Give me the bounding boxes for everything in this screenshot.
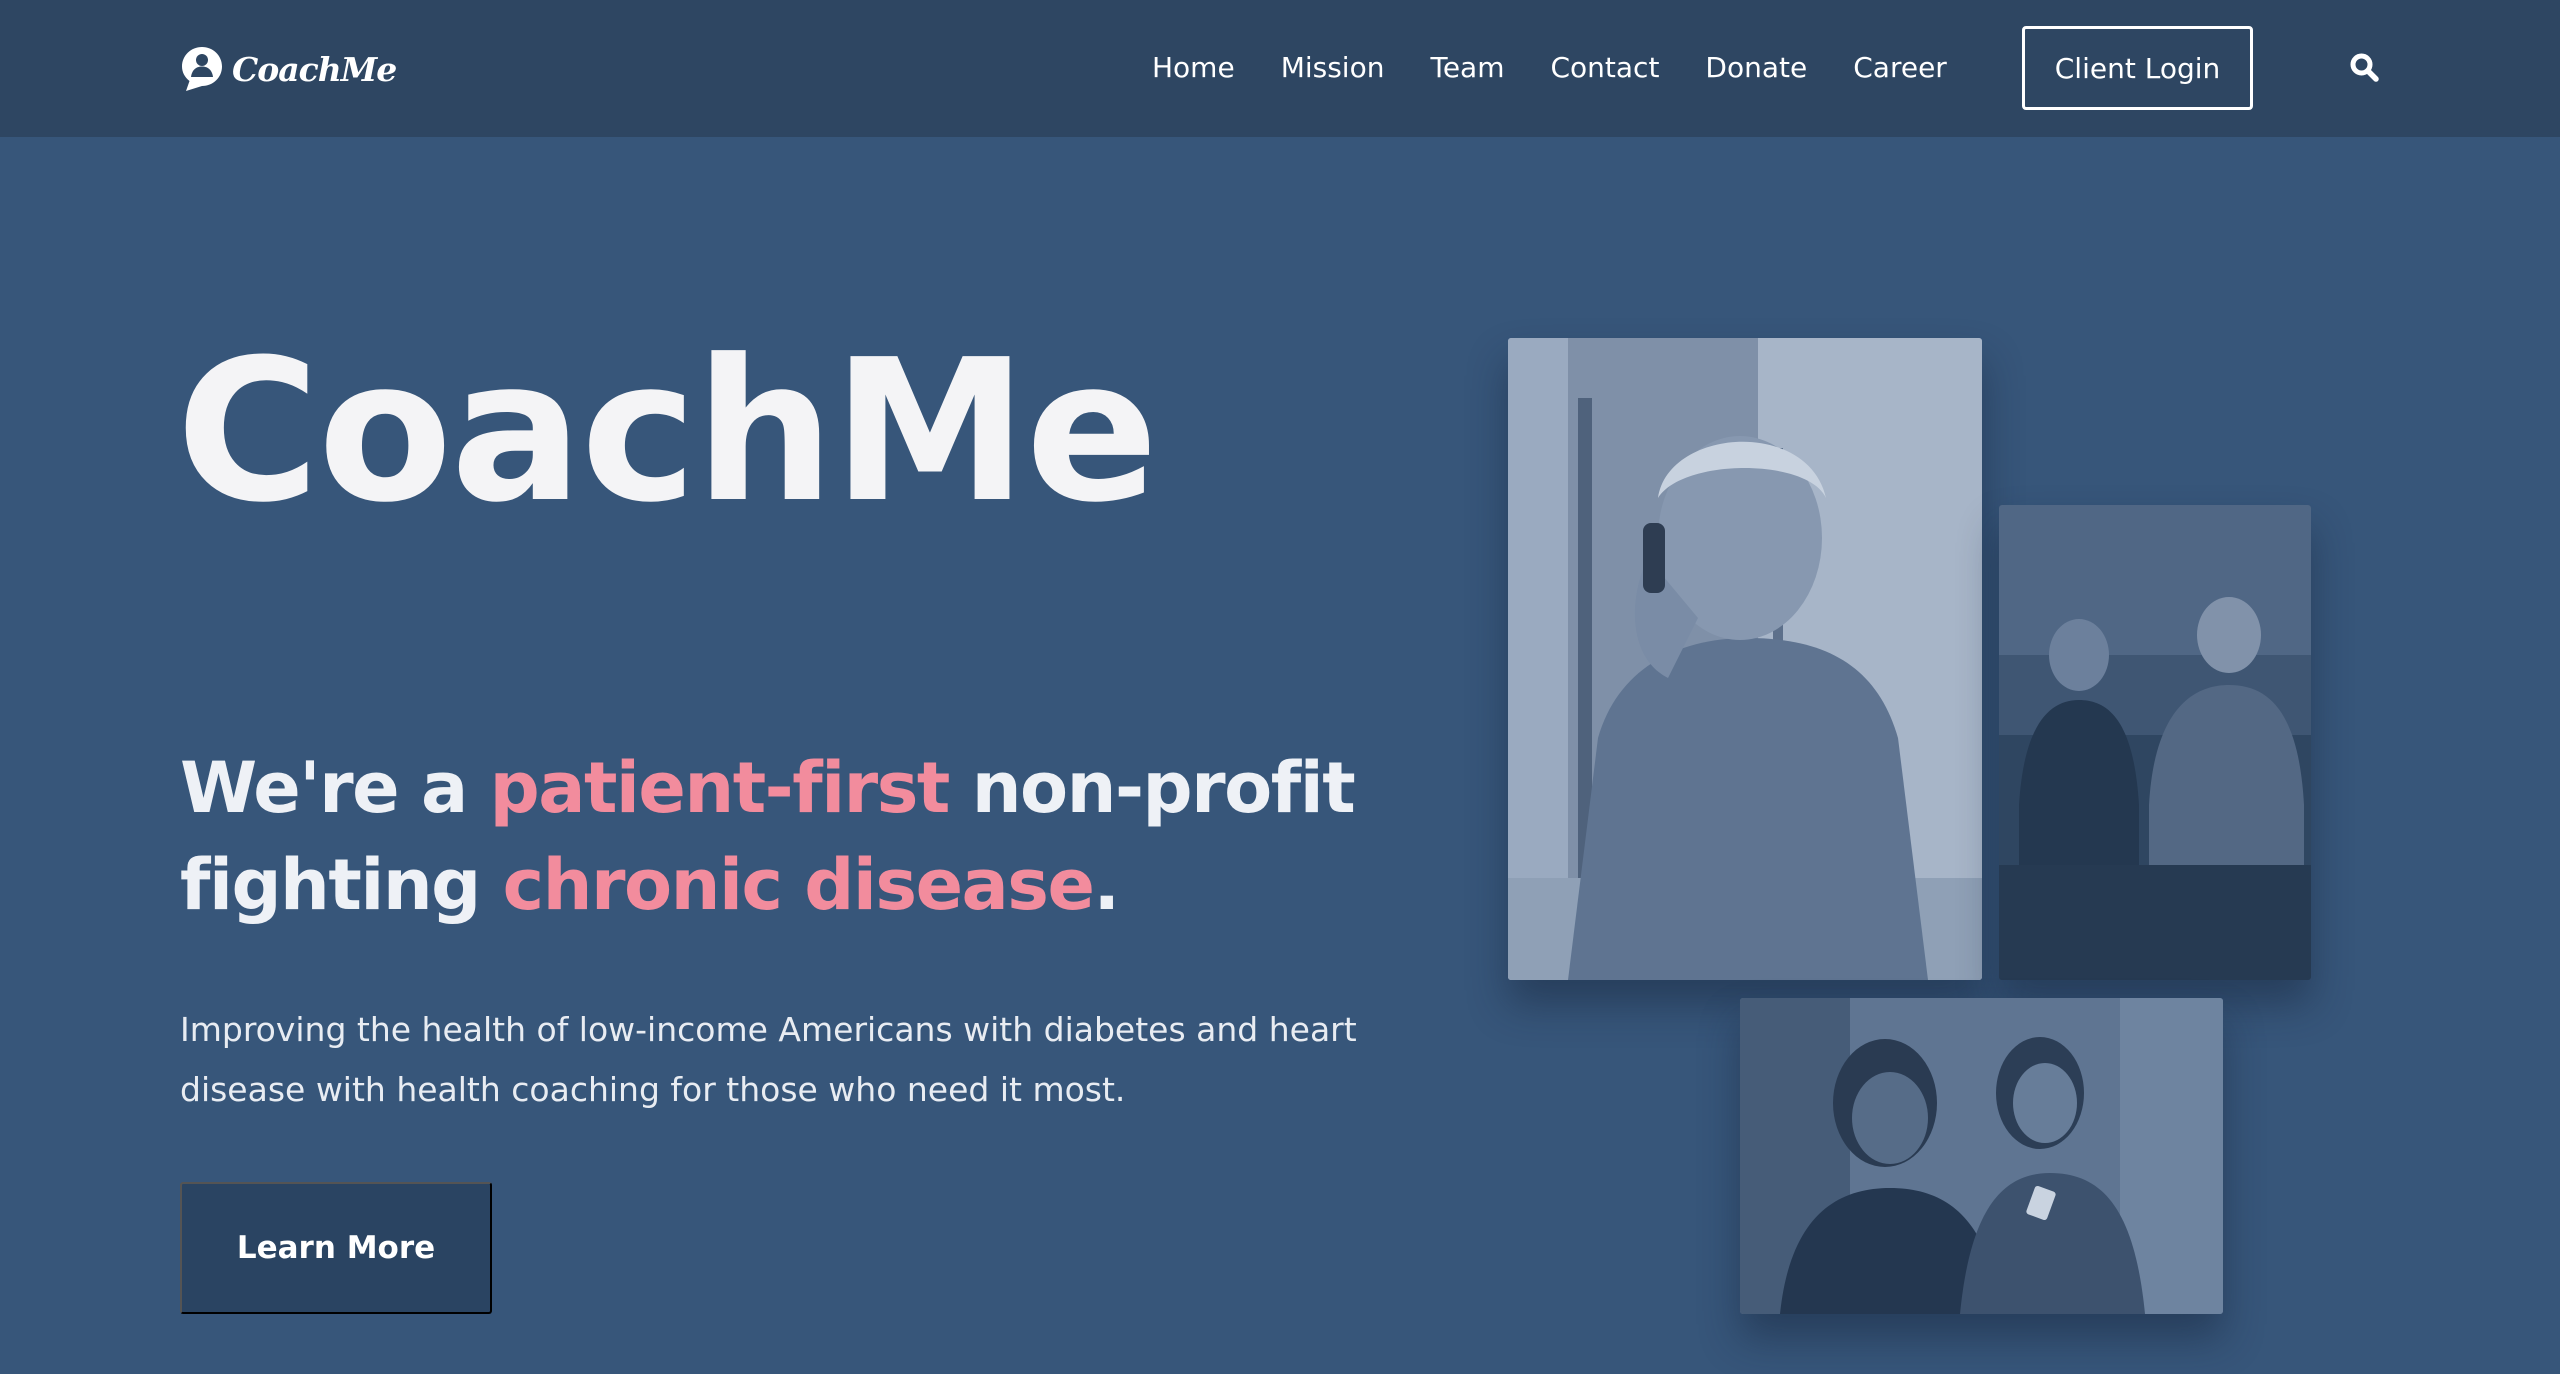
hero-description: Improving the health of low-income Ameri… <box>180 1010 1357 1109</box>
photo-two-people-seated <box>1999 505 2311 980</box>
chat-bubble-person-icon <box>182 47 222 91</box>
main-nav: Home Mission Team Contact Donate Career <box>1152 48 1947 88</box>
site-logo[interactable]: CoachMe <box>180 44 397 94</box>
search-icon[interactable] <box>2349 52 2379 82</box>
nav-donate[interactable]: Donate <box>1705 48 1807 88</box>
hero-title: CoachMe <box>176 318 1158 546</box>
tagline-highlight-patient-first: patient-first <box>489 747 951 829</box>
learn-more-button[interactable]: Learn More <box>180 1182 492 1314</box>
nav-career[interactable]: Career <box>1853 48 1947 88</box>
nav-team[interactable]: Team <box>1430 48 1504 88</box>
photo-elderly-woman-on-phone <box>1508 338 1982 980</box>
nav-contact[interactable]: Contact <box>1550 48 1659 88</box>
nav-mission[interactable]: Mission <box>1281 48 1385 88</box>
client-login-button[interactable]: Client Login <box>2022 26 2253 110</box>
tagline-highlight-chronic-disease: chronic disease <box>502 844 1095 926</box>
nav-home[interactable]: Home <box>1152 48 1235 88</box>
site-header: CoachMe Home Mission Team Contact Donate… <box>0 0 2560 137</box>
photo-two-women-with-card <box>1740 998 2223 1314</box>
logo-text: CoachMe <box>232 49 397 89</box>
hero-tagline: We're a patient-first non-profit fightin… <box>180 740 1440 934</box>
tagline-text: We're a <box>180 747 490 829</box>
tagline-text: . <box>1093 844 1120 926</box>
